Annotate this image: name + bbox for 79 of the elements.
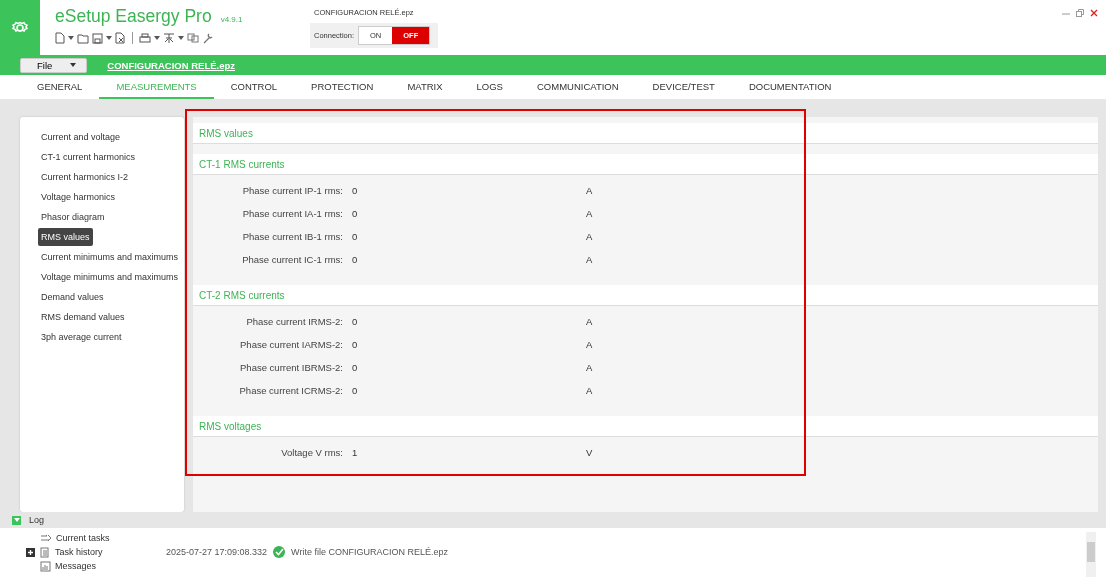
field-label: Phase current ICRMS-2:	[238, 385, 343, 396]
field-value: 1	[352, 447, 359, 458]
app-title: eSetup Easergy Pro	[55, 6, 212, 27]
field-label: Phase current IARMS-2:	[239, 339, 343, 350]
log-tree-item[interactable]: Current tasks	[56, 533, 110, 543]
new-file-icon[interactable]	[55, 32, 65, 44]
arrows-icon	[40, 534, 52, 542]
unit-label: A	[586, 339, 593, 350]
collapse-toggle-icon[interactable]	[12, 515, 21, 525]
caret-icon	[70, 63, 77, 67]
field-value: 0	[352, 231, 359, 242]
unit-label: A	[586, 316, 593, 327]
sidebar-item[interactable]: Demand values	[38, 288, 107, 306]
field-label: Phase current IA-1 rms:	[241, 208, 343, 219]
log-timestamp: 2025-07-27 17:09:08.332	[166, 547, 268, 557]
unit-label: A	[586, 231, 593, 242]
section-heading: CT-2 RMS currents	[193, 285, 1098, 306]
version-label: v4.9.1	[220, 15, 243, 24]
document-icon	[40, 546, 51, 558]
log-tree-item[interactable]: Messages	[55, 561, 97, 571]
field-value: 0	[352, 254, 359, 265]
section-heading: CT-1 RMS currents	[193, 154, 1098, 175]
log-title: Log	[29, 515, 45, 525]
nav-tab[interactable]: DEVICE/TEST	[635, 75, 732, 99]
field-value: 0	[352, 385, 359, 396]
field-value: 0	[352, 339, 359, 350]
nav-tab[interactable]: GENERAL	[20, 75, 100, 99]
unit-label: A	[586, 208, 593, 219]
close-file-icon[interactable]	[115, 32, 126, 44]
restore-icon[interactable]	[1076, 9, 1084, 17]
nav-tab[interactable]: MATRIX	[390, 75, 460, 99]
sidebar-item[interactable]: Current and voltage	[38, 128, 124, 146]
wrench-icon[interactable]	[202, 32, 213, 44]
nav-tab[interactable]: LOGS	[459, 75, 520, 99]
sidebar-item[interactable]: RMS values	[38, 228, 93, 246]
field-label: Phase current IBRMS-2:	[239, 362, 343, 373]
expand-icon[interactable]	[26, 547, 35, 557]
unit-label: A	[586, 185, 593, 196]
chart-icon	[40, 560, 51, 572]
field-label: Phase current IB-1 rms:	[241, 231, 343, 242]
dropdown-caret-icon[interactable]	[106, 36, 112, 40]
print-icon[interactable]	[139, 32, 151, 44]
nav-tab[interactable]: CONTROL	[213, 75, 295, 99]
field-label: Phase current IP-1 rms:	[241, 185, 343, 196]
unit-label: A	[586, 362, 593, 373]
sidebar-item[interactable]: Phasor diagram	[38, 208, 108, 226]
log-message: Write file CONFIGURACION RELÉ.epz	[291, 547, 448, 557]
page-title: RMS values	[193, 123, 1098, 144]
field-value: 0	[352, 185, 359, 196]
close-icon[interactable]	[1090, 9, 1098, 17]
sidebar-item[interactable]: Current minimums and maximums	[38, 248, 182, 266]
tools-icon[interactable]	[163, 32, 175, 44]
nav-tab[interactable]: PROTECTION	[294, 75, 391, 99]
field-label: Voltage V rms:	[280, 447, 343, 458]
log-tree-item[interactable]: Task history	[55, 547, 103, 557]
sidebar-item[interactable]: CT-1 current harmonics	[38, 148, 139, 166]
field-value: 0	[352, 362, 359, 373]
dropdown-caret-icon[interactable]	[154, 36, 160, 40]
save-icon[interactable]	[92, 32, 103, 44]
sidebar-item[interactable]: RMS demand values	[38, 308, 128, 326]
unit-label: V	[586, 447, 593, 458]
nav-tab[interactable]: DOCUMENTATION	[731, 75, 849, 99]
dropdown-caret-icon[interactable]	[178, 36, 184, 40]
field-value: 0	[352, 208, 359, 219]
unit-label: A	[586, 254, 593, 265]
field-label: Phase current IC-1 rms:	[241, 254, 343, 265]
folder-icon[interactable]	[77, 32, 89, 44]
scrollbar[interactable]	[1086, 532, 1096, 577]
sidebar-item[interactable]: Voltage harmonics	[38, 188, 119, 206]
dropdown-caret-icon[interactable]	[68, 36, 74, 40]
file-menu-button[interactable]: File	[20, 57, 88, 73]
section-heading: RMS voltages	[193, 416, 1098, 437]
field-value: 0	[352, 316, 359, 327]
sidebar-item[interactable]: 3ph average current	[38, 328, 125, 346]
sidebar-item[interactable]: Current harmonics I-2	[38, 168, 132, 186]
sidebar-item[interactable]: Voltage minimums and maximums	[38, 268, 182, 286]
field-label: Phase current IRMS-2:	[245, 316, 343, 327]
nav-tab[interactable]: COMMUNICATION	[519, 75, 636, 99]
unit-label: A	[586, 385, 593, 396]
